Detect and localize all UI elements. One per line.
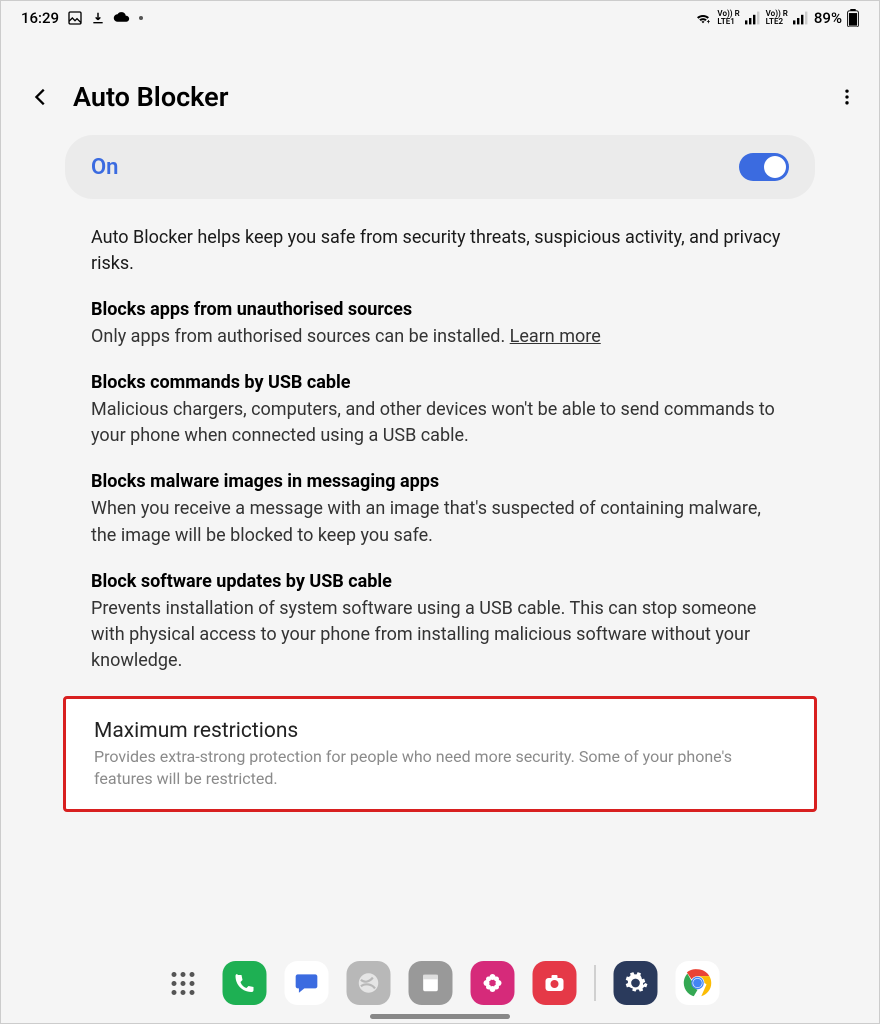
settings-app[interactable] [614,961,658,1005]
apps-grid-icon [171,972,194,995]
section-title: Blocks apps from unauthorised sources [91,299,789,320]
section-title: Blocks malware images in messaging apps [91,471,789,492]
back-button[interactable] [29,85,53,109]
section-unauthorised-apps: Blocks apps from unauthorised sources On… [91,299,789,350]
intro-text: Auto Blocker helps keep you safe from se… [91,225,789,277]
dock-bar [161,961,720,1005]
clock-time: 16:29 [21,9,59,27]
cloud-icon [113,11,131,25]
phone-app[interactable] [223,961,267,1005]
sim2-label: Vo)) R LTE2 [766,10,788,26]
navigation-handle[interactable] [370,1014,510,1019]
chrome-app[interactable] [676,961,720,1005]
download-icon [91,11,105,25]
status-bar: 16:29 + Vo)) R LTE1 Vo)) R LTE2 89% [1,1,879,31]
section-malware-images: Blocks malware images in messaging apps … [91,471,789,548]
page-header: Auto Blocker [1,61,879,123]
section-desc: Prevents installation of system software… [91,596,789,674]
battery-icon [847,9,859,27]
camera-icon [543,971,567,995]
main-toggle-card[interactable]: On [65,135,815,199]
battery-percent: 89% [814,9,842,27]
max-restrictions-desc: Provides extra-strong protection for peo… [94,746,786,791]
section-usb-commands: Blocks commands by USB cable Malicious c… [91,372,789,449]
wifi-icon: + [694,11,712,25]
globe-icon [356,970,382,996]
apps-drawer-button[interactable] [161,961,205,1005]
chevron-left-icon [30,86,52,108]
svg-text:+: + [707,19,711,25]
more-vertical-icon [837,87,857,107]
messages-app[interactable] [285,961,329,1005]
section-usb-updates: Block software updates by USB cable Prev… [91,571,789,674]
image-icon [67,10,83,26]
section-desc: Only apps from authorised sources can be… [91,324,789,350]
switch-knob [764,156,786,178]
more-options-button[interactable] [835,85,859,109]
section-desc: Malicious chargers, computers, and other… [91,397,789,449]
toggle-label: On [91,155,118,180]
learn-more-link[interactable]: Learn more [510,326,601,347]
flower-icon [481,971,505,995]
gear-icon [623,970,649,996]
messages-icon [294,970,320,996]
chrome-icon [683,968,713,998]
section-desc: When you receive a message with an image… [91,496,789,548]
signal2-icon [793,11,809,25]
max-restrictions-title: Maximum restrictions [94,719,786,743]
dock-separator [595,965,596,1001]
notes-app[interactable] [409,961,453,1005]
signal1-icon [745,11,761,25]
maximum-restrictions-item[interactable]: Maximum restrictions Provides extra-stro… [63,696,817,812]
section-title: Blocks commands by USB cable [91,372,789,393]
internet-app[interactable] [347,961,391,1005]
camera-app[interactable] [533,961,577,1005]
gallery-app[interactable] [471,961,515,1005]
page-title: Auto Blocker [73,81,815,113]
dot-icon [139,16,143,20]
sim1-label: Vo)) R LTE1 [717,10,739,26]
settings-content: On Auto Blocker helps keep you safe from… [1,123,879,812]
auto-blocker-switch[interactable] [739,153,789,181]
phone-icon [233,971,257,995]
notes-icon [420,972,442,994]
section-title: Block software updates by USB cable [91,571,789,592]
